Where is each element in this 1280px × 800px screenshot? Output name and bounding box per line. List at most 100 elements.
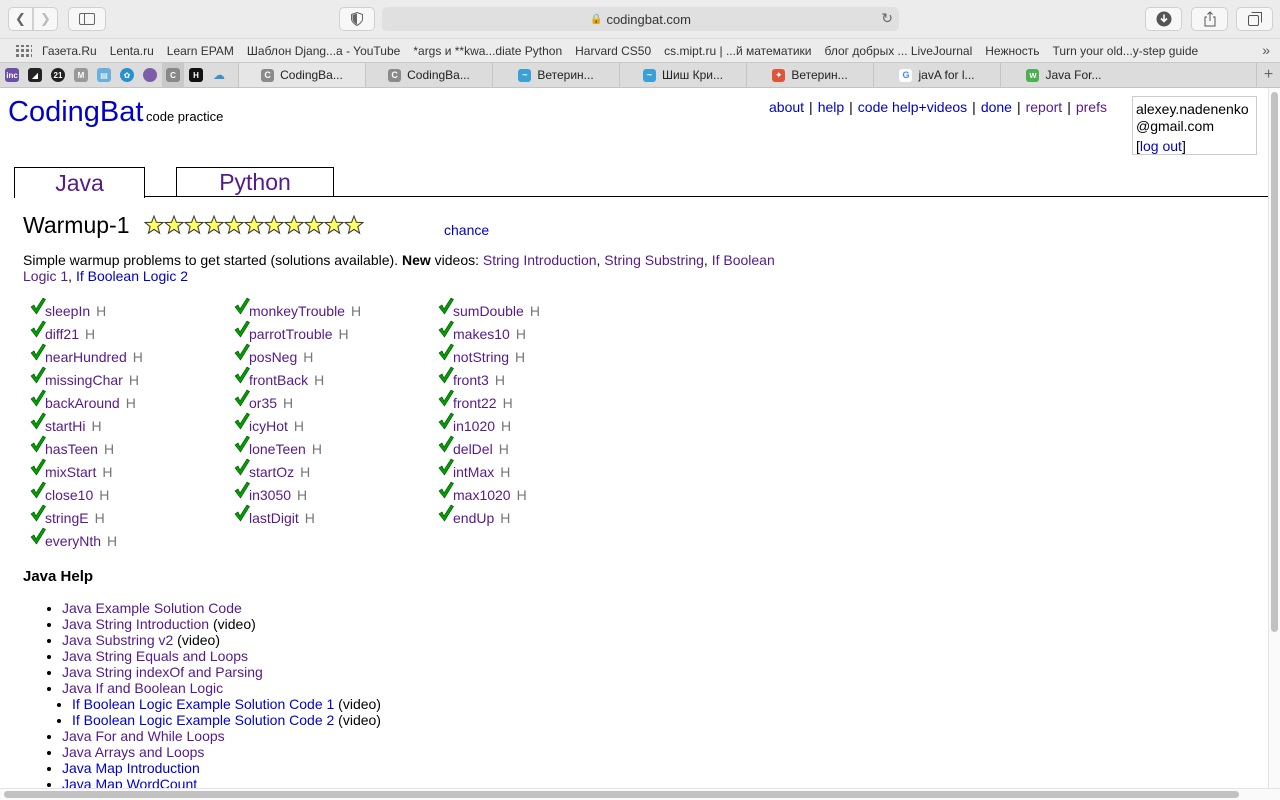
problem-link[interactable]: endUp (453, 510, 494, 526)
hint-link[interactable]: H (339, 326, 349, 342)
problem-link[interactable]: in3050 (249, 487, 291, 503)
help-link[interactable]: Java Substring v2 (62, 632, 173, 648)
pinned-tab[interactable]: C (162, 63, 184, 87)
hint-link[interactable]: H (499, 441, 509, 457)
downloads-button[interactable] (1145, 7, 1182, 31)
tab-java[interactable]: Java (14, 167, 145, 198)
nav-done[interactable]: done (981, 99, 1012, 115)
double-chevron-right-icon[interactable]: » (1262, 42, 1270, 58)
problem-link[interactable]: notString (453, 349, 509, 365)
problem-link[interactable]: startOz (249, 464, 294, 480)
hint-link[interactable]: H (503, 395, 513, 411)
hint-link[interactable]: H (91, 418, 101, 434)
hint-link[interactable]: H (351, 303, 361, 319)
problem-link[interactable]: front22 (453, 395, 497, 411)
pinned-tab[interactable]: ✿ (116, 63, 138, 87)
vertical-scrollbar[interactable] (1268, 88, 1280, 788)
hint-link[interactable]: H (96, 303, 106, 319)
hint-link[interactable]: H (530, 303, 540, 319)
browser-tab[interactable]: ~ Ветерин... (492, 63, 619, 87)
problem-link[interactable]: parrotTrouble (249, 326, 333, 342)
hint-link[interactable]: H (515, 349, 525, 365)
hint-link[interactable]: H (107, 533, 117, 549)
problem-link[interactable]: loneTeen (249, 441, 306, 457)
help-link[interactable]: Java Map Introduction (62, 760, 200, 776)
pinned-tab[interactable]: inc (1, 63, 23, 87)
tab-python[interactable]: Python (176, 167, 334, 196)
pinned-tab[interactable]: M (70, 63, 92, 87)
share-button[interactable] (1191, 7, 1228, 31)
bookmark-item[interactable]: Нежность (985, 44, 1039, 58)
help-link[interactable]: If Boolean Logic Example Solution Code 1 (72, 696, 334, 712)
back-button[interactable]: ❮ (8, 7, 33, 31)
problem-link[interactable]: missingChar (45, 372, 123, 388)
hint-link[interactable]: H (314, 372, 324, 388)
help-link[interactable]: Java Example Solution Code (62, 600, 242, 616)
site-logo[interactable]: CodingBat (8, 96, 143, 129)
problem-link[interactable]: close10 (45, 487, 93, 503)
help-link[interactable]: If Boolean Logic Example Solution Code 2 (72, 712, 334, 728)
hint-link[interactable]: H (501, 418, 511, 434)
hint-link[interactable]: H (95, 510, 105, 526)
help-link[interactable]: Java If and Boolean Logic (62, 680, 223, 696)
help-link[interactable]: Java Arrays and Loops (62, 744, 204, 760)
forward-button[interactable]: ❯ (33, 7, 58, 31)
problem-link[interactable]: max1020 (453, 487, 511, 503)
hint-link[interactable]: H (495, 372, 505, 388)
browser-tab[interactable]: C CodingBa... (238, 63, 365, 87)
problem-link[interactable]: lastDigit (249, 510, 299, 526)
hint-link[interactable]: H (283, 395, 293, 411)
hint-link[interactable]: H (126, 395, 136, 411)
hint-link[interactable]: H (500, 510, 510, 526)
bookmark-item[interactable]: Шаблон Djang...a - YouTube (247, 44, 400, 58)
video-link-if-boolean-logic-2[interactable]: If Boolean Logic 2 (76, 268, 188, 284)
bookmark-item[interactable]: cs.mipt.ru | ...й математики (664, 44, 811, 58)
hint-link[interactable]: H (104, 441, 114, 457)
new-tab-button[interactable]: + (1256, 63, 1280, 87)
bookmark-item[interactable]: блог добрых ... LiveJournal (825, 44, 973, 58)
tab-overview-button[interactable] (1236, 7, 1273, 31)
scrollbar-thumb[interactable] (1271, 92, 1278, 632)
pinned-tab[interactable]: H (185, 63, 207, 87)
hint-link[interactable]: H (102, 464, 112, 480)
browser-tab[interactable]: ✦ Ветерин... (746, 63, 873, 87)
grid-icon[interactable] (16, 44, 32, 57)
bookmark-item[interactable]: Газета.Ru (42, 44, 97, 58)
hint-link[interactable]: H (300, 464, 310, 480)
nav-prefs[interactable]: prefs (1076, 99, 1107, 115)
chance-link[interactable]: chance (444, 222, 489, 238)
bookmark-item[interactable]: Turn your old...y-step guide (1053, 44, 1199, 58)
problem-link[interactable]: monkeyTrouble (249, 303, 345, 319)
sidebar-toggle-button[interactable] (68, 7, 106, 31)
help-link[interactable]: Java String indexOf and Parsing (62, 664, 263, 680)
problem-link[interactable]: or35 (249, 395, 277, 411)
hint-link[interactable]: H (133, 349, 143, 365)
problem-link[interactable]: diff21 (45, 326, 79, 342)
hint-link[interactable]: H (303, 349, 313, 365)
problem-link[interactable]: makes10 (453, 326, 510, 342)
problem-link[interactable]: frontBack (249, 372, 308, 388)
help-link[interactable]: Java For and While Loops (62, 728, 225, 744)
nav-code-help-videos[interactable]: code help+videos (858, 99, 967, 115)
problem-link[interactable]: mixStart (45, 464, 96, 480)
browser-tab[interactable]: GjavA for l... (873, 63, 1000, 87)
hint-link[interactable]: H (85, 326, 95, 342)
hint-link[interactable]: H (99, 487, 109, 503)
nav-help[interactable]: help (818, 99, 844, 115)
pinned-tab[interactable] (139, 63, 161, 87)
problem-link[interactable]: everyNth (45, 533, 101, 549)
hint-link[interactable]: H (500, 464, 510, 480)
help-link[interactable]: Java String Introduction (62, 616, 209, 632)
hint-link[interactable]: H (297, 487, 307, 503)
problem-link[interactable]: startHi (45, 418, 85, 434)
problem-link[interactable]: in1020 (453, 418, 495, 434)
pinned-tab[interactable]: ▤ (93, 63, 115, 87)
browser-tab[interactable]: C CodingBa... (365, 63, 492, 87)
hint-link[interactable]: H (312, 441, 322, 457)
problem-link[interactable]: hasTeen (45, 441, 98, 457)
problem-link[interactable]: delDel (453, 441, 493, 457)
bookmark-item[interactable]: *args и **kwa...diate Python (413, 44, 562, 58)
bookmark-item[interactable]: Learn EPAM (167, 44, 234, 58)
problem-link[interactable]: sumDouble (453, 303, 524, 319)
video-link-string-substring[interactable]: String Substring (604, 252, 704, 268)
